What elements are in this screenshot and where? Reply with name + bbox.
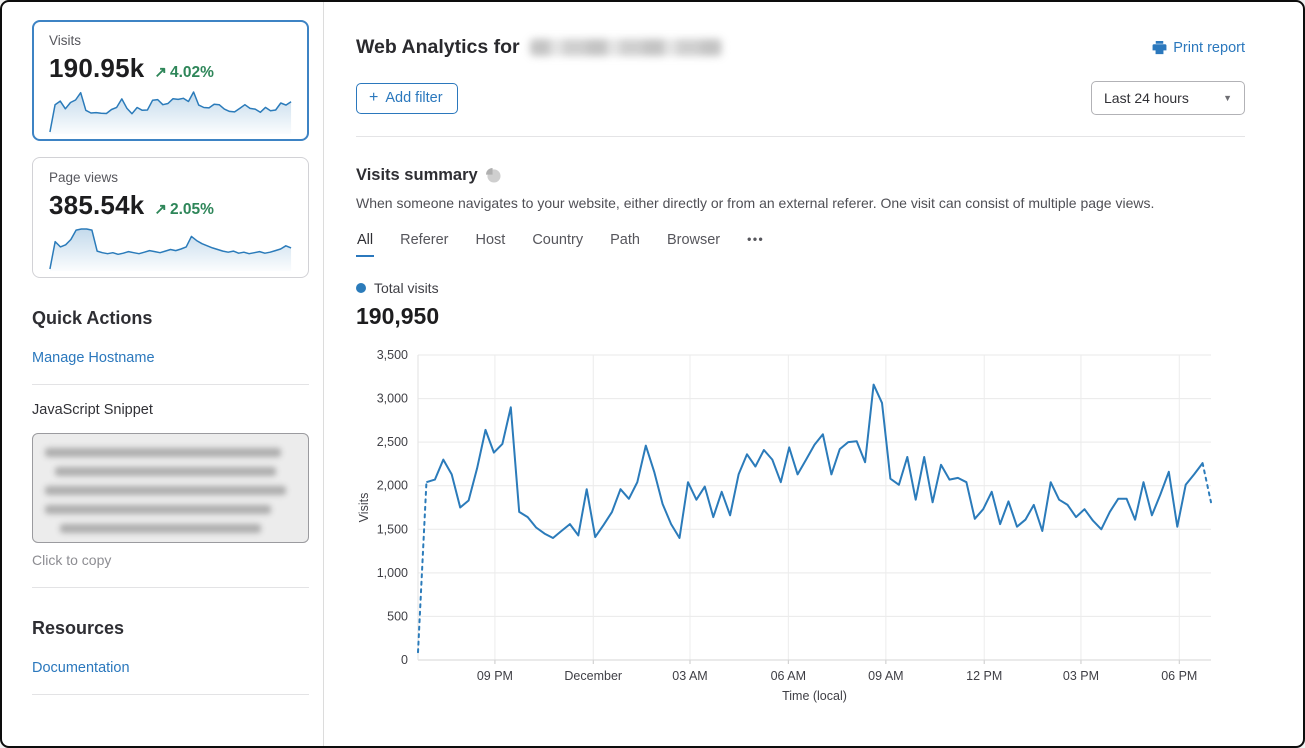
time-range-dropdown[interactable]: Last 24 hours ▼: [1091, 81, 1245, 115]
legend-label: Total visits: [374, 280, 439, 296]
tab-country[interactable]: Country: [531, 232, 584, 257]
metric-card-visits[interactable]: Visits 190.95k ↗4.02%: [32, 20, 309, 141]
visits-sparkline-chart: [49, 88, 292, 134]
visits-summary-description: When someone navigates to your website, …: [356, 195, 1245, 211]
metric-label: Page views: [49, 170, 292, 185]
pie-chart-icon: [486, 168, 501, 183]
trend-up-arrow-icon: ↗: [154, 201, 167, 218]
svg-text:12 PM: 12 PM: [966, 669, 1002, 683]
page-title: Web Analytics for: [356, 36, 722, 59]
svg-text:3,500: 3,500: [377, 348, 408, 362]
javascript-snippet-code-box[interactable]: [32, 433, 309, 543]
click-to-copy-hint: Click to copy: [32, 552, 309, 568]
redacted-code-line: [45, 486, 286, 495]
redacted-code-line: [45, 448, 281, 457]
documentation-link[interactable]: Documentation: [32, 660, 130, 676]
redacted-code-line: [60, 524, 261, 533]
chart-legend: Total visits: [356, 280, 1245, 296]
plus-icon: +: [369, 90, 378, 106]
redacted-code-line: [55, 467, 276, 476]
line-chart-svg: 0 500 1,000 1,500 2,000 2,500 3,000 3,500 09 PM D…: [356, 342, 1242, 708]
svg-text:1,500: 1,500: [377, 522, 408, 536]
print-report-link[interactable]: Print report: [1152, 40, 1245, 56]
visits-line-chart: 0 500 1,000 1,500 2,000 2,500 3,000 3,500 09 PM D…: [356, 342, 1245, 708]
quick-actions-heading: Quick Actions: [32, 308, 309, 329]
svg-text:0: 0: [401, 653, 408, 667]
svg-text:1,000: 1,000: [377, 566, 408, 580]
javascript-snippet-label: JavaScript Snippet: [32, 402, 309, 418]
metric-card-page-views[interactable]: Page views 385.54k ↗2.05%: [32, 157, 309, 278]
svg-text:3,000: 3,000: [377, 392, 408, 406]
svg-text:09 AM: 09 AM: [868, 669, 903, 683]
visits-summary-heading: Visits summary: [356, 166, 478, 185]
trend-up-arrow-icon: ↗: [154, 64, 167, 81]
metric-value: 385.54k: [49, 190, 144, 221]
app-window: Visits 190.95k ↗4.02% Page views 385.54k…: [0, 0, 1305, 748]
svg-text:09 PM: 09 PM: [477, 669, 513, 683]
redacted-domain: [530, 39, 722, 56]
svg-text:03 PM: 03 PM: [1063, 669, 1099, 683]
redacted-code-line: [45, 505, 271, 514]
svg-text:2,000: 2,000: [377, 479, 408, 493]
svg-text:2,500: 2,500: [377, 435, 408, 449]
sidebar: Visits 190.95k ↗4.02% Page views 385.54k…: [2, 2, 324, 746]
metric-delta: ↗4.02%: [154, 63, 214, 82]
divider: [32, 694, 309, 695]
page-views-sparkline-chart: [49, 225, 292, 271]
metric-delta: ↗2.05%: [154, 200, 214, 219]
manage-hostname-link[interactable]: Manage Hostname: [32, 350, 155, 366]
svg-text:December: December: [564, 669, 622, 683]
add-filter-button[interactable]: + Add filter: [356, 83, 458, 114]
tab-path[interactable]: Path: [609, 232, 641, 257]
resources-heading: Resources: [32, 618, 309, 639]
divider: [32, 384, 309, 385]
tab-overflow-menu[interactable]: •••: [746, 232, 765, 257]
tab-host[interactable]: Host: [474, 232, 506, 257]
tab-referer[interactable]: Referer: [399, 232, 449, 257]
main-panel: Web Analytics for Print report + Add fil…: [324, 2, 1303, 746]
summary-tabs: All Referer Host Country Path Browser ••…: [356, 232, 1245, 257]
divider: [32, 587, 309, 588]
svg-text:03 AM: 03 AM: [672, 669, 707, 683]
metric-value: 190.95k: [49, 53, 144, 84]
svg-text:Visits: Visits: [357, 493, 371, 523]
svg-text:06 AM: 06 AM: [771, 669, 806, 683]
tab-all[interactable]: All: [356, 232, 374, 257]
legend-dot-icon: [356, 283, 366, 293]
chevron-down-icon: ▼: [1223, 93, 1232, 103]
metric-label: Visits: [49, 33, 292, 48]
svg-text:06 PM: 06 PM: [1161, 669, 1197, 683]
svg-text:Time (local): Time (local): [782, 689, 847, 703]
divider: [356, 136, 1245, 137]
svg-text:500: 500: [387, 609, 408, 623]
tab-browser[interactable]: Browser: [666, 232, 721, 257]
printer-icon: [1152, 40, 1167, 55]
total-visits-value: 190,950: [356, 303, 1245, 330]
